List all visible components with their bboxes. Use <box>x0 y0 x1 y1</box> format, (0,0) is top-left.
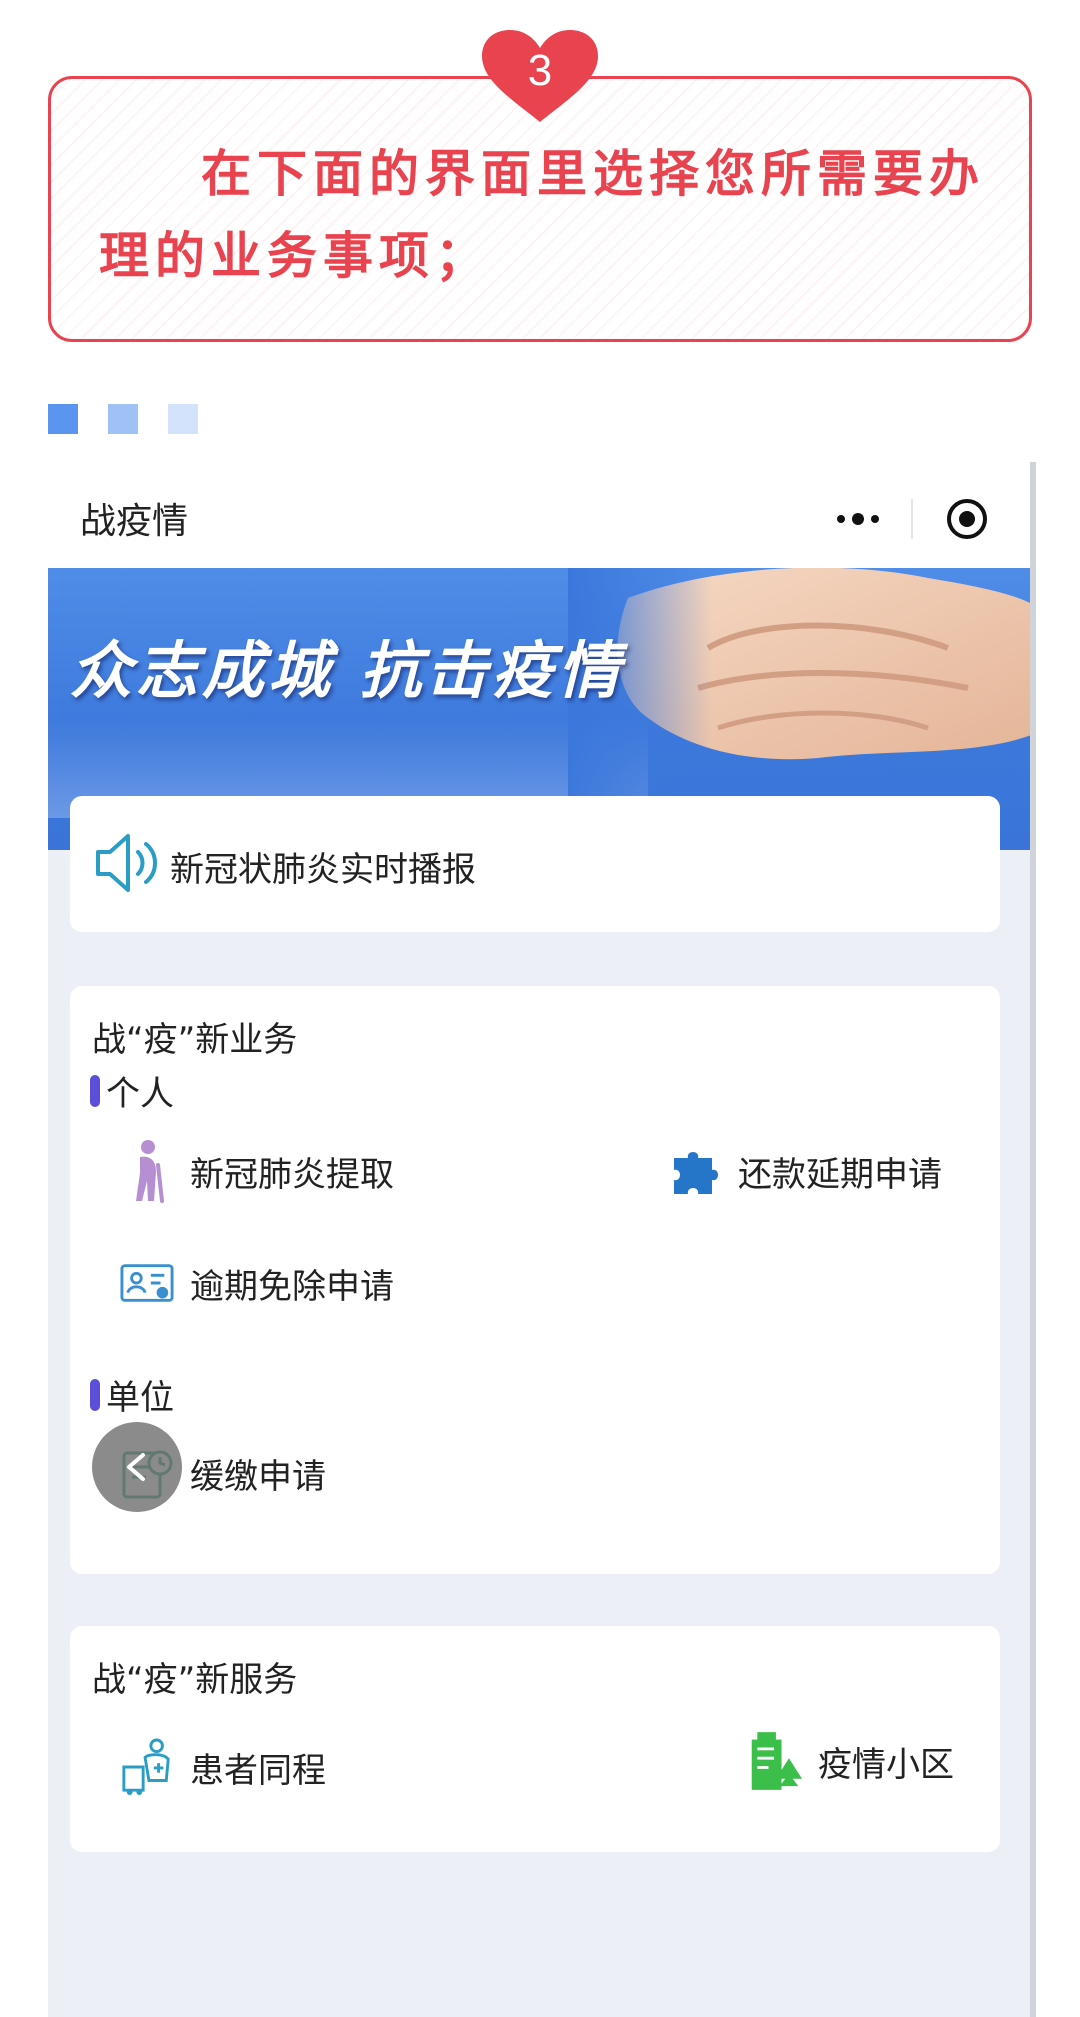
service-item-overdue-waiver[interactable]: 逾期免除申请 <box>120 1256 394 1310</box>
chevron-left-icon <box>127 1453 145 1481</box>
services-section-title: 战“疫”新服务 <box>92 1660 298 1700</box>
business-section-title: 战“疫”新业务 <box>92 1020 298 1060</box>
heading-bar <box>90 1074 100 1107</box>
nav-bar: 战疫情 <box>48 462 1030 568</box>
broadcast-label: 新冠状肺炎实时播报 <box>170 850 476 890</box>
screen-edge <box>1030 462 1036 2017</box>
heading-bar <box>90 1378 100 1411</box>
service-item-label: 逾期免除申请 <box>190 1266 394 1307</box>
service-item-patient-travel[interactable]: 患者同程 <box>120 1738 326 1795</box>
close-miniapp-button[interactable] <box>913 484 1020 554</box>
holding-hands-image <box>568 568 1030 798</box>
personal-heading: 个人 <box>90 1066 174 1115</box>
service-item-epidemic-community[interactable]: 疫情小区 <box>748 1732 954 1790</box>
id-card-icon <box>120 1256 174 1310</box>
step-number: 3 <box>527 46 553 95</box>
service-item-label: 疫情小区 <box>818 1744 954 1785</box>
step-heart-badge: 3 <box>480 28 600 124</box>
speaker-icon <box>96 834 157 892</box>
floating-back-button[interactable] <box>92 1422 182 1512</box>
broadcast-card[interactable]: 新冠状肺炎实时播报 <box>70 796 1000 932</box>
service-item-repayment-deferral[interactable]: 还款延期申请 <box>668 1144 942 1198</box>
more-button[interactable] <box>804 484 911 554</box>
service-item-label: 还款延期申请 <box>738 1154 942 1195</box>
patient-travel-icon <box>120 1738 174 1795</box>
elderly-person-icon <box>120 1140 174 1203</box>
service-item-label: 患者同程 <box>190 1750 326 1791</box>
miniapp-screen: 战疫情 众志成城 抗击疫情 新冠状肺炎实时播报 战“疫”新业务 个人 新冠肺炎提… <box>48 462 1030 2017</box>
community-building-icon <box>748 1732 802 1790</box>
personal-heading-label: 个人 <box>106 1074 174 1114</box>
target-circle-icon <box>946 499 987 539</box>
decor-square <box>108 404 138 434</box>
unit-heading-label: 单位 <box>106 1378 174 1418</box>
nav-title: 战疫情 <box>80 501 189 542</box>
unit-heading: 单位 <box>90 1370 174 1419</box>
step-instruction: 在下面的界面里选择您所需要办理的业务事项； <box>99 145 985 285</box>
puzzle-icon <box>668 1144 722 1198</box>
decor-square <box>168 404 198 434</box>
service-item-covid-withdrawal[interactable]: 新冠肺炎提取 <box>120 1140 394 1203</box>
decor-squares <box>48 404 198 434</box>
banner-slogan: 众志成城 抗击疫情 <box>70 634 624 707</box>
decor-square <box>48 404 78 434</box>
business-card: 战“疫”新业务 个人 新冠肺炎提取 还款延期申请 逾期免除申请 单位 缓缴申请 <box>70 986 1000 1574</box>
page: 在下面的界面里选择您所需要办理的业务事项； 3 战疫情 众志成城 抗击疫情 新冠… <box>0 0 1080 2017</box>
service-item-label: 缓缴申请 <box>190 1456 326 1497</box>
capsule-menu <box>804 484 1020 554</box>
more-dots-icon <box>836 513 879 525</box>
service-item-label: 新冠肺炎提取 <box>190 1154 394 1195</box>
services-card: 战“疫”新服务 患者同程 疫情小区 <box>70 1626 1000 1852</box>
